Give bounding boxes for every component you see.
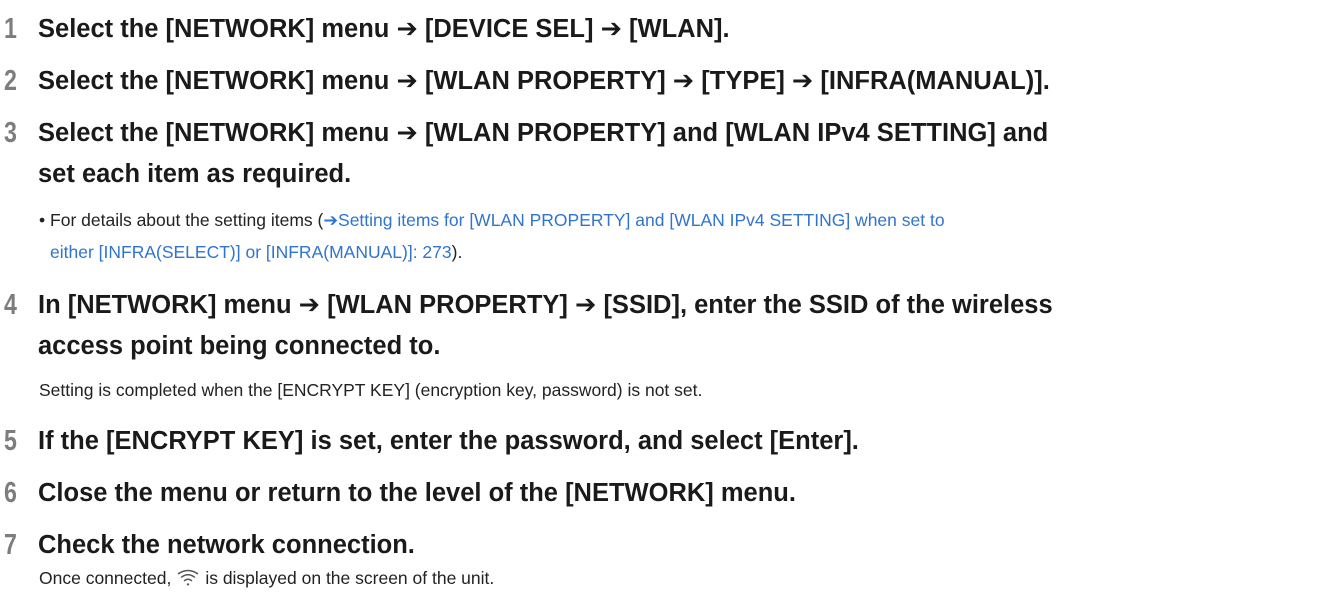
description-after-icon: is displayed on the screen of the unit.: [205, 568, 495, 588]
step-number: 7: [4, 529, 17, 561]
step-number: 3: [4, 117, 17, 149]
step-instruction-line-1: Select the [NETWORK] menu ➔ [WLAN PROPER…: [38, 119, 1049, 147]
cross-reference-link[interactable]: Setting items for [WLAN PROPERTY] and [W…: [338, 210, 945, 230]
step-number: 4: [4, 289, 17, 321]
note-suffix: ).: [451, 242, 463, 262]
step-instruction-line-1: In [NETWORK] menu ➔ [WLAN PROPERTY] ➔ [S…: [38, 291, 1053, 319]
step-instruction-line-2: set each item as required.: [38, 160, 352, 188]
step-instruction-line-2: access point being connected to.: [38, 332, 441, 360]
step-3-note-continued: either [INFRA(SELECT)] or [INFRA(MANUAL)…: [50, 238, 1330, 266]
step-instruction: Select the [NETWORK] menu ➔ [DEVICE SEL]…: [38, 15, 730, 43]
step-7-description: Once connected, is displayed on the scre…: [39, 564, 1319, 595]
step-number: 2: [4, 65, 17, 97]
bullet: •: [39, 210, 46, 230]
step-number: 5: [4, 425, 17, 457]
step-instruction: Select the [NETWORK] menu ➔ [WLAN PROPER…: [38, 67, 1050, 95]
step-instruction: If the [ENCRYPT KEY] is set, enter the p…: [38, 427, 859, 455]
step-4-description: Setting is completed when the [ENCRYPT K…: [39, 380, 703, 400]
description-before-icon: Once connected,: [39, 568, 172, 588]
step-instruction: Close the menu or return to the level of…: [38, 479, 796, 507]
step-number: 1: [4, 13, 17, 45]
step-3-note: • For details about the setting items (➔…: [39, 206, 1319, 234]
step-number: 6: [4, 477, 17, 509]
reference-arrow-icon: ➔: [323, 210, 339, 230]
step-instruction: Check the network connection.: [38, 531, 415, 559]
note-prefix: For details about the setting items (: [50, 210, 324, 230]
wifi-icon: [177, 567, 199, 595]
cross-reference-link-continued[interactable]: either [INFRA(SELECT)] or [INFRA(MANUAL)…: [50, 242, 452, 262]
